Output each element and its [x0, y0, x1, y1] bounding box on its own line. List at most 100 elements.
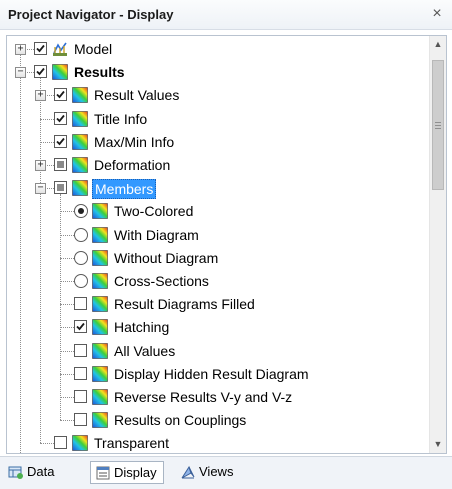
data-icon: [8, 466, 23, 479]
tree-row-transparent[interactable]: Transparent: [7, 432, 431, 453]
results-icon: [92, 296, 108, 312]
scroll-up-icon[interactable]: ▲: [430, 36, 446, 53]
tree-row-reverse-results-v-y-and-v-z[interactable]: Reverse Results V-y and V-z: [7, 386, 431, 409]
checkmark-icon: [56, 137, 65, 146]
results-icon: [72, 87, 88, 104]
tree-connector-line: [40, 118, 54, 120]
checkmark-icon: [36, 68, 45, 76]
tree-item-label: Title Info: [94, 110, 148, 127]
checkbox[interactable]: [54, 436, 67, 450]
indeterminate-icon: [57, 161, 64, 168]
tree-row-title-info[interactable]: Title Info: [7, 108, 431, 131]
tree-row-with-diagram[interactable]: With Diagram: [7, 224, 431, 247]
radio-button[interactable]: [74, 250, 88, 265]
tree-item-label: Hatching: [114, 319, 170, 336]
indeterminate-icon: [57, 184, 64, 192]
results-icon: [92, 342, 108, 359]
tree-item-label: Deformation: [94, 157, 171, 173]
window-title: Project Navigator - Display: [8, 7, 174, 22]
checkbox[interactable]: [74, 343, 87, 357]
tree-connector-line: [60, 397, 74, 398]
tree-item-label: Cross-Sections: [114, 273, 209, 289]
tree-row-result-values[interactable]: + Result Values: [7, 84, 431, 107]
expand-icon[interactable]: +: [35, 90, 46, 102]
results-icon: [72, 180, 88, 196]
checkbox[interactable]: [74, 297, 87, 311]
tree-item-label: Reverse Results V-y and V-z: [114, 389, 293, 405]
checkbox[interactable]: [74, 390, 87, 403]
tab-display-label: Display: [114, 465, 157, 480]
tree-connector-line: [60, 234, 74, 236]
checkbox[interactable]: [54, 88, 67, 102]
vertical-scrollbar[interactable]: ▲ ▼: [429, 36, 446, 453]
tree-row-deformation[interactable]: + Deformation: [7, 154, 431, 177]
checkbox[interactable]: [54, 181, 67, 195]
results-icon: [92, 203, 108, 220]
tree-row-max-min-info[interactable]: Max/Min Info: [7, 131, 431, 154]
scroll-down-icon[interactable]: ▼: [430, 436, 446, 453]
tree-row-model[interactable]: + Model: [7, 38, 431, 61]
tab-data[interactable]: Data: [4, 461, 70, 484]
tree-row-cross-sections[interactable]: Cross-Sections: [7, 270, 431, 293]
tree-row-members[interactable]: − Members: [7, 177, 431, 200]
results-icon: [92, 412, 108, 428]
tree-row-display-hidden-result-diagram[interactable]: Display Hidden Result Diagram: [7, 363, 431, 386]
radio-button[interactable]: [74, 227, 88, 242]
tree-row-without-diagram[interactable]: Without Diagram: [7, 247, 431, 270]
results-icon: [72, 133, 88, 150]
checkbox[interactable]: [74, 413, 87, 427]
checkmark-icon: [76, 323, 85, 331]
thumb-grip-line: [435, 125, 441, 126]
tree-item-label: Without Diagram: [114, 249, 219, 266]
results-icon: [72, 110, 88, 127]
tree-item-label: Model: [74, 41, 113, 57]
tree-item-label: Result Diagrams Filled: [114, 296, 255, 313]
checkbox[interactable]: [74, 366, 87, 380]
checkbox[interactable]: [74, 320, 87, 334]
tree-row-results-on-couplings[interactable]: Results on Couplings: [7, 409, 431, 432]
tree-row-all-values[interactable]: All Values: [7, 340, 431, 363]
results-icon: [52, 64, 68, 80]
radio-button[interactable]: [74, 204, 88, 219]
navigator-panel: + Model − Results + Result Values Title Info Ma…: [6, 35, 447, 454]
close-icon[interactable]: ×: [428, 4, 446, 24]
tree-connector-line: [60, 281, 74, 282]
tree-row-hatching[interactable]: Hatching: [7, 316, 431, 339]
radio-button[interactable]: [74, 274, 88, 288]
tab-display[interactable]: Display: [90, 461, 164, 484]
tree-connector-line: [60, 211, 74, 213]
tree-connector-line: [60, 257, 74, 259]
views-icon: [181, 465, 195, 479]
results-icon: [92, 226, 108, 243]
tree-item-label: All Values: [114, 342, 176, 359]
scrollbar-thumb[interactable]: [432, 60, 444, 190]
tab-views[interactable]: Views: [176, 461, 246, 484]
tree-item-label: Members: [92, 179, 157, 200]
tree-item-label: Results: [74, 64, 125, 81]
expand-icon[interactable]: +: [15, 44, 26, 55]
tree-connector-line: [60, 327, 74, 329]
tree-connector-line: [60, 350, 74, 352]
checkmark-icon: [36, 44, 45, 53]
results-icon: [92, 249, 108, 266]
checkbox[interactable]: [34, 65, 47, 79]
tree-row-two-colored[interactable]: Two-Colored: [7, 200, 431, 223]
tree-row-result-diagrams-filled[interactable]: Result Diagrams Filled: [7, 293, 431, 316]
checkbox[interactable]: [54, 158, 67, 171]
thumb-grip-line: [435, 128, 441, 129]
checkbox[interactable]: [54, 134, 67, 148]
checkbox[interactable]: [54, 111, 67, 125]
tree-item-label: Result Values: [94, 87, 180, 104]
checkmark-icon: [56, 91, 65, 99]
tree-connector-line: [60, 304, 74, 306]
tree-row-results[interactable]: − Results: [7, 61, 431, 84]
checkmark-icon: [56, 114, 65, 122]
checkbox[interactable]: [34, 42, 47, 55]
collapse-icon[interactable]: −: [35, 183, 46, 195]
collapse-icon[interactable]: −: [15, 67, 26, 79]
expand-icon[interactable]: +: [35, 160, 46, 171]
thumb-grip-line: [435, 122, 441, 123]
tab-views-label: Views: [199, 464, 234, 479]
tree-connector-line: [40, 443, 54, 445]
tree-item-label: Max/Min Info: [94, 133, 175, 150]
